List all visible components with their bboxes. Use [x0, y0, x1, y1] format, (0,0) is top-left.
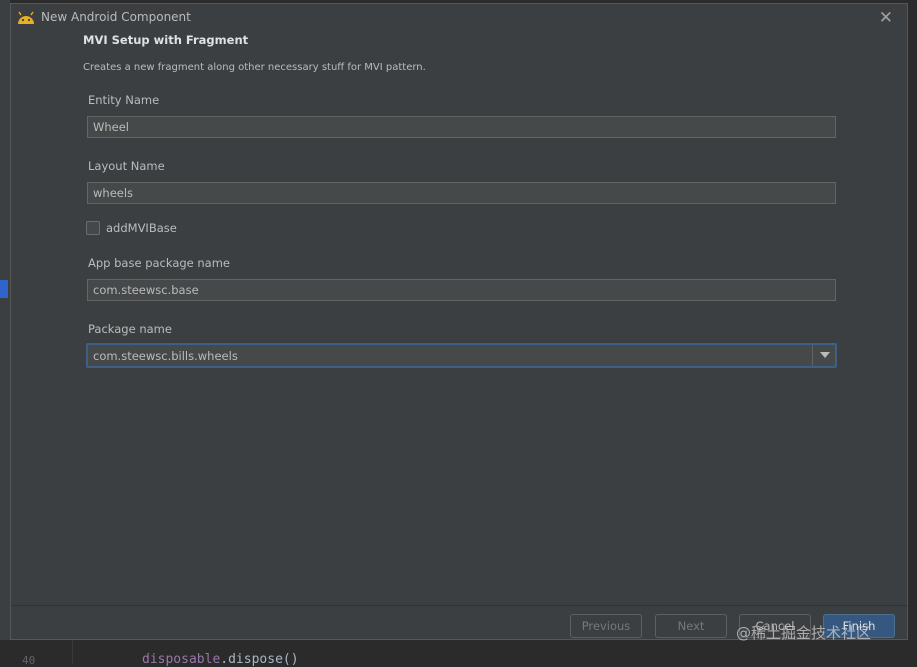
dialog-title: New Android Component — [41, 10, 191, 24]
entity-name-input[interactable] — [87, 116, 836, 138]
add-mvi-base-checkbox[interactable] — [86, 221, 100, 235]
app-base-package-input[interactable] — [87, 279, 836, 301]
android-icon — [18, 11, 34, 24]
watermark-text: @稀土掘金技术社区 — [736, 624, 872, 642]
layout-name-input[interactable] — [87, 182, 836, 204]
editor-area — [0, 640, 917, 664]
editor-gutter-divider — [72, 640, 73, 664]
footer-separator — [11, 605, 907, 606]
editor-line-number: 40 — [22, 654, 36, 667]
page-description: Creates a new fragment along other neces… — [83, 62, 426, 73]
package-name-combo[interactable]: com.steewsc.bills.wheels — [86, 343, 837, 368]
app-base-package-label: App base package name — [88, 256, 231, 270]
new-component-dialog: New Android Component ✕ MVI Setup with F… — [10, 3, 908, 640]
code-rest: .dispose() — [220, 652, 299, 667]
next-button[interactable]: Next — [655, 614, 727, 638]
editor-code-line: disposable.dispose() — [142, 652, 299, 667]
ide-selection-marker — [0, 280, 8, 298]
entity-name-label: Entity Name — [88, 93, 160, 107]
code-keyword: disposable — [142, 652, 221, 667]
package-name-value[interactable]: com.steewsc.bills.wheels — [93, 349, 238, 363]
page-heading: MVI Setup with Fragment — [83, 33, 249, 47]
previous-button[interactable]: Previous — [570, 614, 642, 638]
close-icon[interactable]: ✕ — [879, 8, 893, 28]
chevron-down-icon[interactable] — [820, 352, 830, 358]
combo-divider — [812, 345, 813, 366]
ide-tool-strip — [0, 0, 10, 664]
dialog-titlebar[interactable]: New Android Component ✕ — [11, 4, 907, 32]
add-mvi-base-label[interactable]: addMVIBase — [106, 221, 177, 235]
package-name-label: Package name — [88, 322, 172, 336]
layout-name-label: Layout Name — [88, 159, 165, 173]
